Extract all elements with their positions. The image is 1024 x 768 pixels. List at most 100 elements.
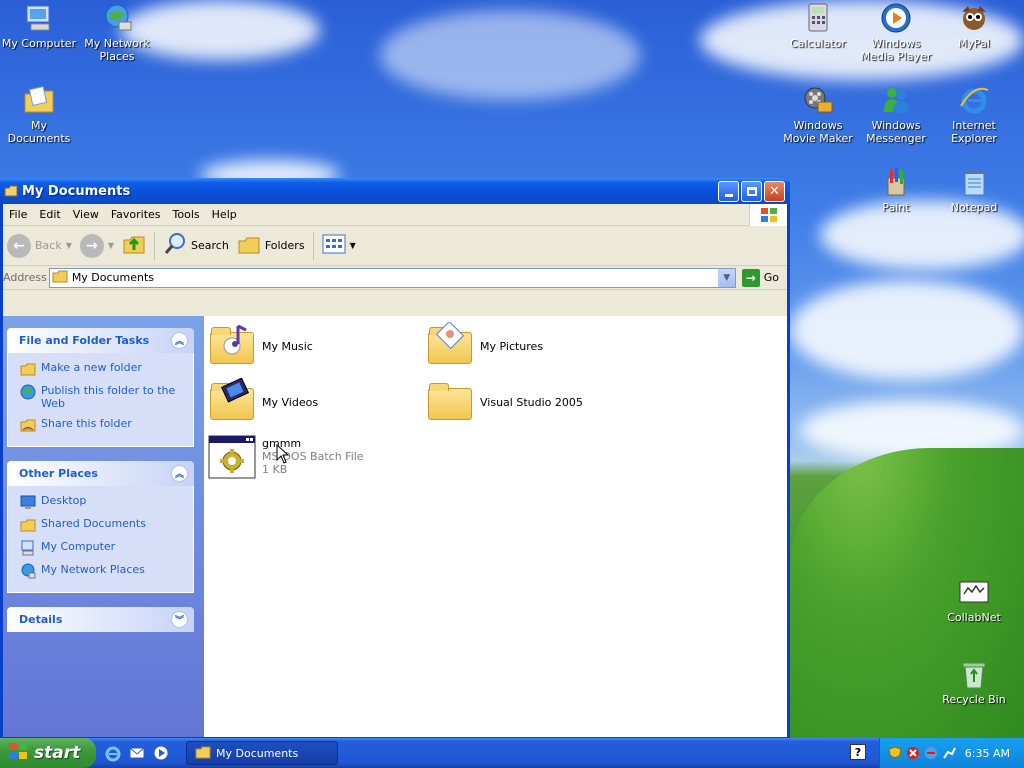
maximize-button[interactable] [741, 181, 762, 202]
folder-my-pictures[interactable]: My Pictures [426, 322, 543, 370]
chevron-down-icon: ▼ [723, 272, 731, 283]
panel-header[interactable]: Other Places ︽ [7, 461, 194, 486]
desktop-icon-windows-movie-maker[interactable]: Windows Movie Maker [779, 84, 857, 145]
menu-bar: File Edit View Favorites Tools Help [3, 204, 787, 226]
desktop-icon-label: Windows Media Player [860, 37, 932, 63]
title-bar[interactable]: My Documents ✕ [0, 178, 790, 204]
media-player-icon[interactable] [152, 744, 170, 762]
panel-header[interactable]: Details ︾ [7, 607, 194, 632]
place-shared-documents[interactable]: Shared Documents [20, 517, 185, 533]
desktop-icon-recycle-bin[interactable]: Recycle Bin [935, 658, 1013, 706]
place-label: My Computer [41, 540, 116, 553]
connection-icon[interactable] [942, 746, 956, 760]
desktop-icon-notepad[interactable]: Notepad [935, 166, 1013, 214]
network-places-icon [20, 563, 36, 579]
address-bar: Address My Documents ▼ → Go [3, 266, 787, 290]
file-name: My Pictures [480, 339, 544, 353]
place-desktop[interactable]: Desktop [20, 494, 185, 510]
my-documents-icon [23, 84, 55, 116]
security-shield-icon[interactable] [888, 746, 902, 760]
back-button[interactable]: ← Back ▼ [3, 233, 76, 258]
recycle-bin-icon [958, 658, 990, 690]
music-folder-icon [208, 322, 256, 370]
other-places-panel: Other Places ︽ Desktop Shared Documents [7, 461, 194, 593]
details-panel: Details ︾ [7, 607, 194, 632]
movie-maker-icon [802, 84, 834, 116]
views-icon [322, 233, 346, 258]
help-icon[interactable]: ? [850, 744, 866, 760]
views-dropdown-icon: ▼ [349, 241, 356, 250]
desktop-icon-collabnet[interactable]: CollabNet [935, 576, 1013, 624]
task-label: Publish this folder to the Web [41, 384, 176, 410]
collapse-icon[interactable]: ︽ [171, 465, 188, 482]
folder-icon [426, 378, 474, 426]
messenger-icon [880, 84, 912, 116]
security-alert-icon[interactable] [906, 746, 920, 760]
menu-favorites[interactable]: Favorites [105, 208, 167, 221]
toolbar: ← Back ▼ → ▼ Search Folders ▼ [3, 226, 787, 266]
desktop-icon-mypal[interactable]: MyPal [935, 2, 1013, 50]
collabnet-icon [958, 576, 990, 608]
content-area: File and Folder Tasks ︽ Make a new folde… [3, 316, 787, 737]
folder-visual-studio-2005[interactable]: Visual Studio 2005 [426, 378, 583, 426]
forward-dropdown-icon: ▼ [107, 241, 115, 250]
desktop-icon-label: CollabNet [947, 611, 1001, 624]
expand-icon[interactable]: ︾ [171, 611, 188, 628]
taskbar-window-my-documents[interactable]: My Documents [186, 741, 338, 765]
menu-tools[interactable]: Tools [167, 208, 206, 221]
task-label: Make a new folder [41, 361, 142, 374]
panel-header[interactable]: File and Folder Tasks ︽ [7, 328, 194, 353]
up-folder-button[interactable] [118, 232, 150, 259]
menu-help[interactable]: Help [206, 208, 243, 221]
desktop-icon-my-computer[interactable]: My Computer [0, 2, 78, 50]
folders-button[interactable]: Folders [233, 232, 309, 259]
task-share-folder[interactable]: Share this folder [20, 417, 185, 433]
file-list: My Music My Pictures My Videos Visual St… [204, 316, 787, 737]
place-label: Shared Documents [41, 517, 146, 530]
forward-button[interactable]: → ▼ [76, 233, 118, 258]
start-button[interactable]: start [0, 738, 96, 768]
desktop-icon-my-documents[interactable]: My Documents [0, 84, 78, 145]
desktop-icon-label: My Network Places [84, 37, 150, 63]
desktop-icon-windows-media-player[interactable]: Windows Media Player [857, 2, 935, 63]
shared-folder-icon [20, 517, 36, 533]
collapse-icon[interactable]: ︽ [171, 332, 188, 349]
desktop-icon-internet-explorer[interactable]: Internet Explorer [935, 84, 1013, 145]
file-name: Visual Studio 2005 [480, 395, 583, 409]
internet-explorer-icon[interactable] [104, 744, 122, 762]
address-input[interactable]: My Documents ▼ [48, 267, 736, 288]
menu-edit[interactable]: Edit [33, 208, 66, 221]
task-make-new-folder[interactable]: Make a new folder [20, 361, 185, 377]
start-label: start [34, 743, 81, 763]
folder-my-videos[interactable]: My Videos [208, 378, 318, 426]
quick-launch [96, 744, 178, 762]
close-button[interactable]: ✕ [764, 181, 785, 202]
folders-label: Folders [264, 239, 305, 252]
desktop-icon-paint[interactable]: Paint [857, 166, 935, 214]
place-my-network-places[interactable]: My Network Places [20, 563, 185, 579]
forward-arrow-icon: → [79, 233, 104, 258]
network-places-icon [101, 2, 133, 34]
folder-my-music[interactable]: My Music [208, 322, 313, 370]
menu-file[interactable]: File [3, 208, 33, 221]
notepad-icon [958, 166, 990, 198]
views-button[interactable]: ▼ [318, 233, 360, 258]
network-icon[interactable] [924, 746, 938, 760]
desktop-icon-label: Recycle Bin [942, 693, 1006, 706]
outlook-express-icon[interactable] [128, 744, 146, 762]
go-button[interactable]: → Go [736, 268, 787, 287]
batch-file-icon [208, 434, 256, 482]
clock[interactable]: 6:35 AM [965, 747, 1010, 760]
minimize-button[interactable] [718, 181, 739, 202]
search-button[interactable]: Search [159, 232, 233, 259]
address-dropdown-button[interactable]: ▼ [717, 268, 735, 287]
desktop-icon-calculator[interactable]: Calculator [779, 2, 857, 50]
desktop-icon-my-network-places[interactable]: My Network Places [78, 2, 156, 63]
desktop-icon-windows-messenger[interactable]: Windows Messenger [857, 84, 935, 145]
menu-view[interactable]: View [67, 208, 105, 221]
close-icon: ✕ [769, 184, 780, 199]
address-label: Address [3, 271, 47, 284]
new-folder-icon [20, 361, 36, 377]
place-my-computer[interactable]: My Computer [20, 540, 185, 556]
task-publish-to-web[interactable]: Publish this folder to the Web [20, 384, 185, 410]
